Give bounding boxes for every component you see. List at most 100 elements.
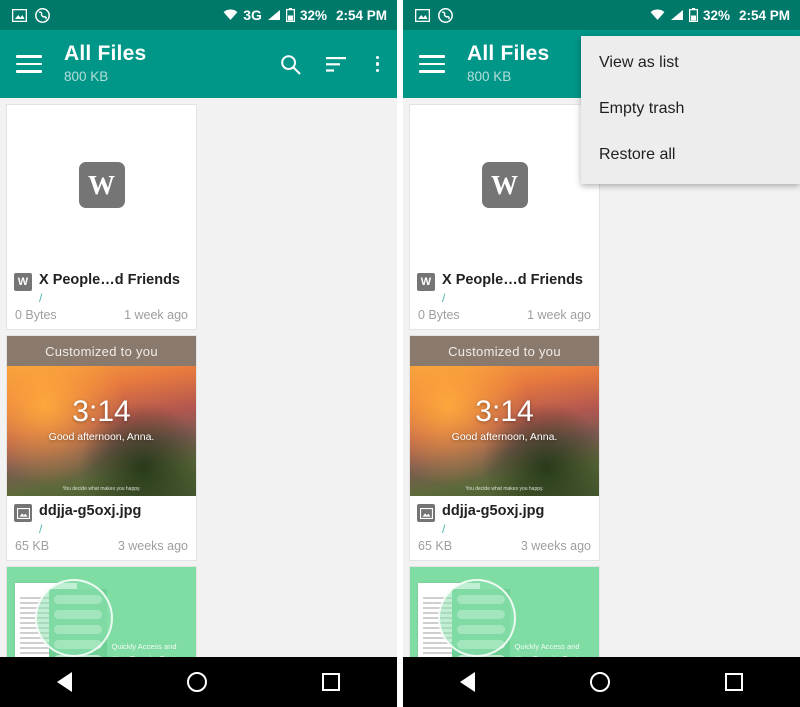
- file-size: 65 KB: [418, 539, 453, 553]
- phone-panel-right: 32% 2:54 PM All Files 800 KB W W X Peopl…: [403, 0, 800, 707]
- network-type-label: 3G: [243, 7, 262, 23]
- wifi-icon: [650, 9, 665, 21]
- file-size: 65 KB: [15, 539, 50, 553]
- file-thumbnail: W: [410, 105, 599, 265]
- menu-item-empty-trash[interactable]: Empty trash: [581, 86, 800, 132]
- app-bar-actions: [280, 53, 384, 75]
- thumb-greeting: Good afternoon, Anna.: [451, 431, 558, 444]
- file-meta: ddjja-g5oxj.jpg /: [7, 496, 196, 536]
- file-name: X People…d Friends: [39, 272, 180, 288]
- status-bar: 3G 32% 2:54 PM: [0, 0, 397, 30]
- file-name: ddjja-g5oxj.jpg: [39, 503, 142, 519]
- wifi-icon: [223, 9, 238, 21]
- file-meta: W X People…d Friends /: [7, 265, 196, 305]
- status-bar: 32% 2:54 PM: [403, 0, 800, 30]
- file-modified: 1 week ago: [527, 308, 591, 322]
- file-card[interactable]: W W X People…d Friends / 0 Bytes 1 week …: [409, 104, 600, 330]
- signal-icon: [267, 9, 281, 21]
- document-thumb: W: [410, 105, 599, 265]
- thumb-greeting: Good afternoon, Anna.: [48, 431, 155, 444]
- menu-item-view-as-list[interactable]: View as list: [581, 40, 800, 86]
- word-document-icon: W: [417, 273, 435, 291]
- home-icon[interactable]: [186, 672, 207, 692]
- thumb-clock-time: 3:14: [475, 395, 534, 429]
- clock-time: 2:54 PM: [738, 7, 790, 23]
- file-thumbnail: Customized to you 3:14 Good afternoon, A…: [7, 336, 196, 496]
- thumb-banner-text: Customized to you: [410, 336, 599, 366]
- battery-percent: 32%: [299, 7, 327, 23]
- file-path: /: [442, 522, 446, 536]
- image-file-icon: [14, 504, 32, 522]
- overflow-menu-icon[interactable]: [372, 55, 384, 73]
- file-stats: 65 KB 3 weeks ago: [7, 536, 196, 560]
- document-thumb: W: [7, 105, 196, 265]
- sunset-thumb: Customized to you 3:14 Good afternoon, A…: [7, 336, 196, 496]
- call-icon: [35, 7, 50, 23]
- status-bar-right-icons: 3G 32% 2:54 PM: [223, 7, 387, 23]
- file-path: /: [39, 291, 43, 305]
- word-document-icon: W: [481, 162, 528, 208]
- recents-icon[interactable]: [321, 673, 340, 691]
- image-icon: [415, 8, 430, 22]
- file-modified: 3 weeks ago: [520, 539, 591, 553]
- word-document-icon: W: [78, 162, 125, 208]
- file-stats: 0 Bytes 1 week ago: [410, 305, 599, 329]
- thumb-clock-overlay: 3:14 Good afternoon, Anna.: [410, 395, 599, 443]
- file-stats: 0 Bytes 1 week ago: [7, 305, 196, 329]
- back-icon[interactable]: [460, 672, 476, 692]
- sort-icon[interactable]: [326, 53, 348, 75]
- file-path: /: [39, 522, 43, 536]
- file-size: 0 Bytes: [418, 308, 460, 322]
- recents-icon[interactable]: [724, 673, 743, 691]
- page-title: All Files: [64, 42, 147, 65]
- file-name-row: ddjja-g5oxj.jpg: [417, 502, 592, 522]
- page-subtitle: 800 KB: [64, 69, 109, 84]
- battery-icon: [688, 8, 698, 22]
- sunset-thumb: Customized to you 3:14 Good afternoon, A…: [410, 336, 599, 496]
- file-stats: 65 KB 3 weeks ago: [410, 536, 599, 560]
- thumb-quote: You decide what makes you happy.: [62, 486, 141, 492]
- file-name-row: W X People…d Friends: [417, 271, 592, 291]
- file-card[interactable]: Customized to you 3:14 Good afternoon, A…: [409, 335, 600, 561]
- file-modified: 1 week ago: [124, 308, 188, 322]
- status-bar-left-icons: [415, 7, 453, 23]
- hamburger-icon[interactable]: [16, 55, 42, 73]
- file-name: ddjja-g5oxj.jpg: [442, 503, 545, 519]
- clock-time: 2:54 PM: [335, 7, 387, 23]
- app-bar: All Files 800 KB: [0, 30, 397, 98]
- file-card[interactable]: W W X People…d Friends / 0 Bytes 1 week …: [6, 104, 197, 330]
- file-name-row: W X People…d Friends: [14, 271, 189, 291]
- battery-percent: 32%: [702, 7, 730, 23]
- back-icon[interactable]: [57, 672, 73, 692]
- android-nav-bar: [403, 657, 800, 707]
- screenshot-stage: 3G 32% 2:54 PM All Files 800 KB W W X Pe…: [0, 0, 800, 707]
- thumb-clock-overlay: 3:14 Good afternoon, Anna.: [7, 395, 196, 443]
- thumb-quote: You decide what makes you happy.: [465, 486, 544, 492]
- home-icon[interactable]: [589, 672, 610, 692]
- file-name-row: ddjja-g5oxj.jpg: [14, 502, 189, 522]
- file-grid: W W X People…d Friends / 0 Bytes 1 week …: [0, 98, 397, 707]
- file-card[interactable]: Customized to you 3:14 Good afternoon, A…: [6, 335, 197, 561]
- page-subtitle: 800 KB: [467, 69, 512, 84]
- overflow-menu-popup: View as list Empty trash Restore all: [581, 36, 800, 184]
- file-size: 0 Bytes: [15, 308, 57, 322]
- file-modified: 3 weeks ago: [117, 539, 188, 553]
- menu-item-restore-all[interactable]: Restore all: [581, 132, 800, 178]
- hamburger-icon[interactable]: [419, 55, 445, 73]
- battery-icon: [285, 8, 295, 22]
- thumb-banner-text: Customized to you: [7, 336, 196, 366]
- file-path: /: [442, 291, 446, 305]
- android-nav-bar: [0, 657, 397, 707]
- signal-icon: [670, 9, 684, 21]
- word-document-icon: W: [14, 273, 32, 291]
- app-bar-titles: All Files 800 KB: [467, 42, 549, 86]
- file-meta: ddjja-g5oxj.jpg /: [410, 496, 599, 536]
- app-bar-titles: All Files 800 KB: [64, 42, 146, 86]
- status-bar-right-icons: 32% 2:54 PM: [650, 8, 790, 23]
- thumb-clock-time: 3:14: [72, 395, 131, 429]
- phone-panel-left: 3G 32% 2:54 PM All Files 800 KB W W X Pe…: [0, 0, 397, 707]
- file-thumbnail: W: [7, 105, 196, 265]
- search-icon[interactable]: [280, 53, 302, 75]
- file-grid: W W X People…d Friends / 0 Bytes 1 week …: [403, 98, 800, 707]
- status-bar-left-icons: [12, 7, 50, 23]
